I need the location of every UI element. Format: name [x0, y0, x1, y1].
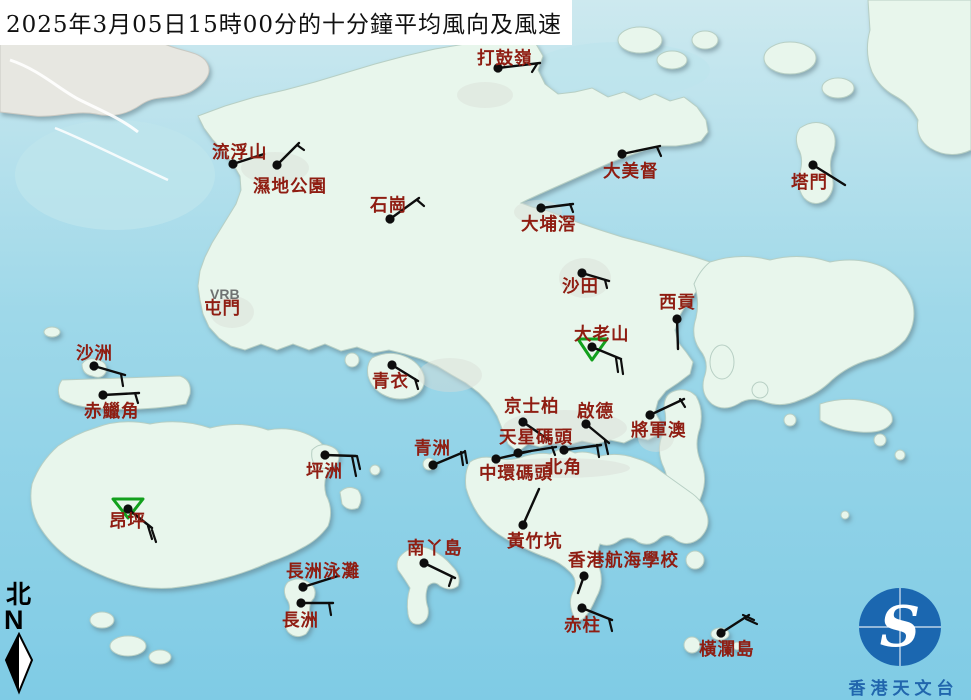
hko-logo-icon: S [859, 588, 941, 666]
po-toi-island [683, 636, 701, 654]
small-island-ne [821, 77, 855, 99]
port-shelter-island-2 [783, 413, 797, 427]
ninepin-island-2 [894, 449, 906, 461]
hei-ling-chau-island [339, 486, 362, 510]
islet-east [840, 510, 850, 520]
wind-map-screenshot: 打鼓嶺 流浮山 濕地公園 石崗 大美督 大埔滘 塔門 沙田 西貢 大老山 VRB 屯門 沙洲 赤鱲角 青衣京… [0, 0, 971, 700]
ping-chau-area-island [763, 41, 817, 75]
hong-kong-map [0, 0, 971, 700]
tung-lung-island [685, 550, 705, 570]
crooked-island [617, 26, 663, 54]
hko-logo: S 香港天文台 HONG KONG OBSERVATORY [836, 586, 971, 700]
starling-inlet-water [530, 42, 710, 98]
tap-mun-island [795, 122, 836, 204]
shek-kwu-chau-island [89, 611, 115, 629]
ap-chau-island [691, 30, 719, 50]
kau-yi-chau-island [369, 464, 381, 476]
north-letter-label: N [4, 605, 24, 635]
map-title: 2025年3月05日15時00分的十分鐘平均風向及風速 [0, 0, 572, 45]
hko-name-chinese: 香港天文台 [848, 679, 959, 699]
soko-island-1 [109, 635, 147, 657]
port-shelter-island-1 [751, 381, 769, 399]
kau-sai-chau-island [709, 344, 735, 380]
deep-bay-water [15, 120, 215, 230]
kat-o-island [656, 50, 688, 70]
green-island-islet [422, 457, 436, 471]
peng-chau-island [311, 444, 340, 469]
ninepin-island-1 [873, 433, 887, 447]
lung-kwu-chau-islet [43, 326, 61, 338]
waglan-islet [710, 627, 730, 641]
ma-wan-island [344, 352, 360, 368]
airport-island [57, 375, 191, 410]
hko-logo-monogram: S [880, 594, 920, 660]
islet-se [732, 641, 742, 651]
north-compass: 北 N [2, 582, 42, 700]
north-arrow-icon [4, 631, 34, 695]
soko-island-2 [148, 649, 172, 665]
